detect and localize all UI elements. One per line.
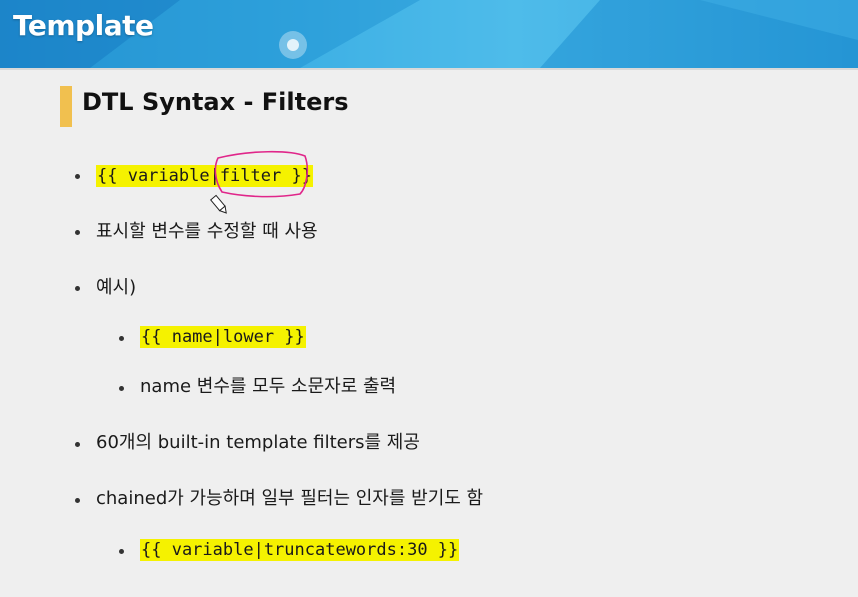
pen-circle-mark (214, 150, 308, 198)
pen-annotation (209, 150, 308, 214)
pen-cursor-icon (209, 194, 227, 214)
